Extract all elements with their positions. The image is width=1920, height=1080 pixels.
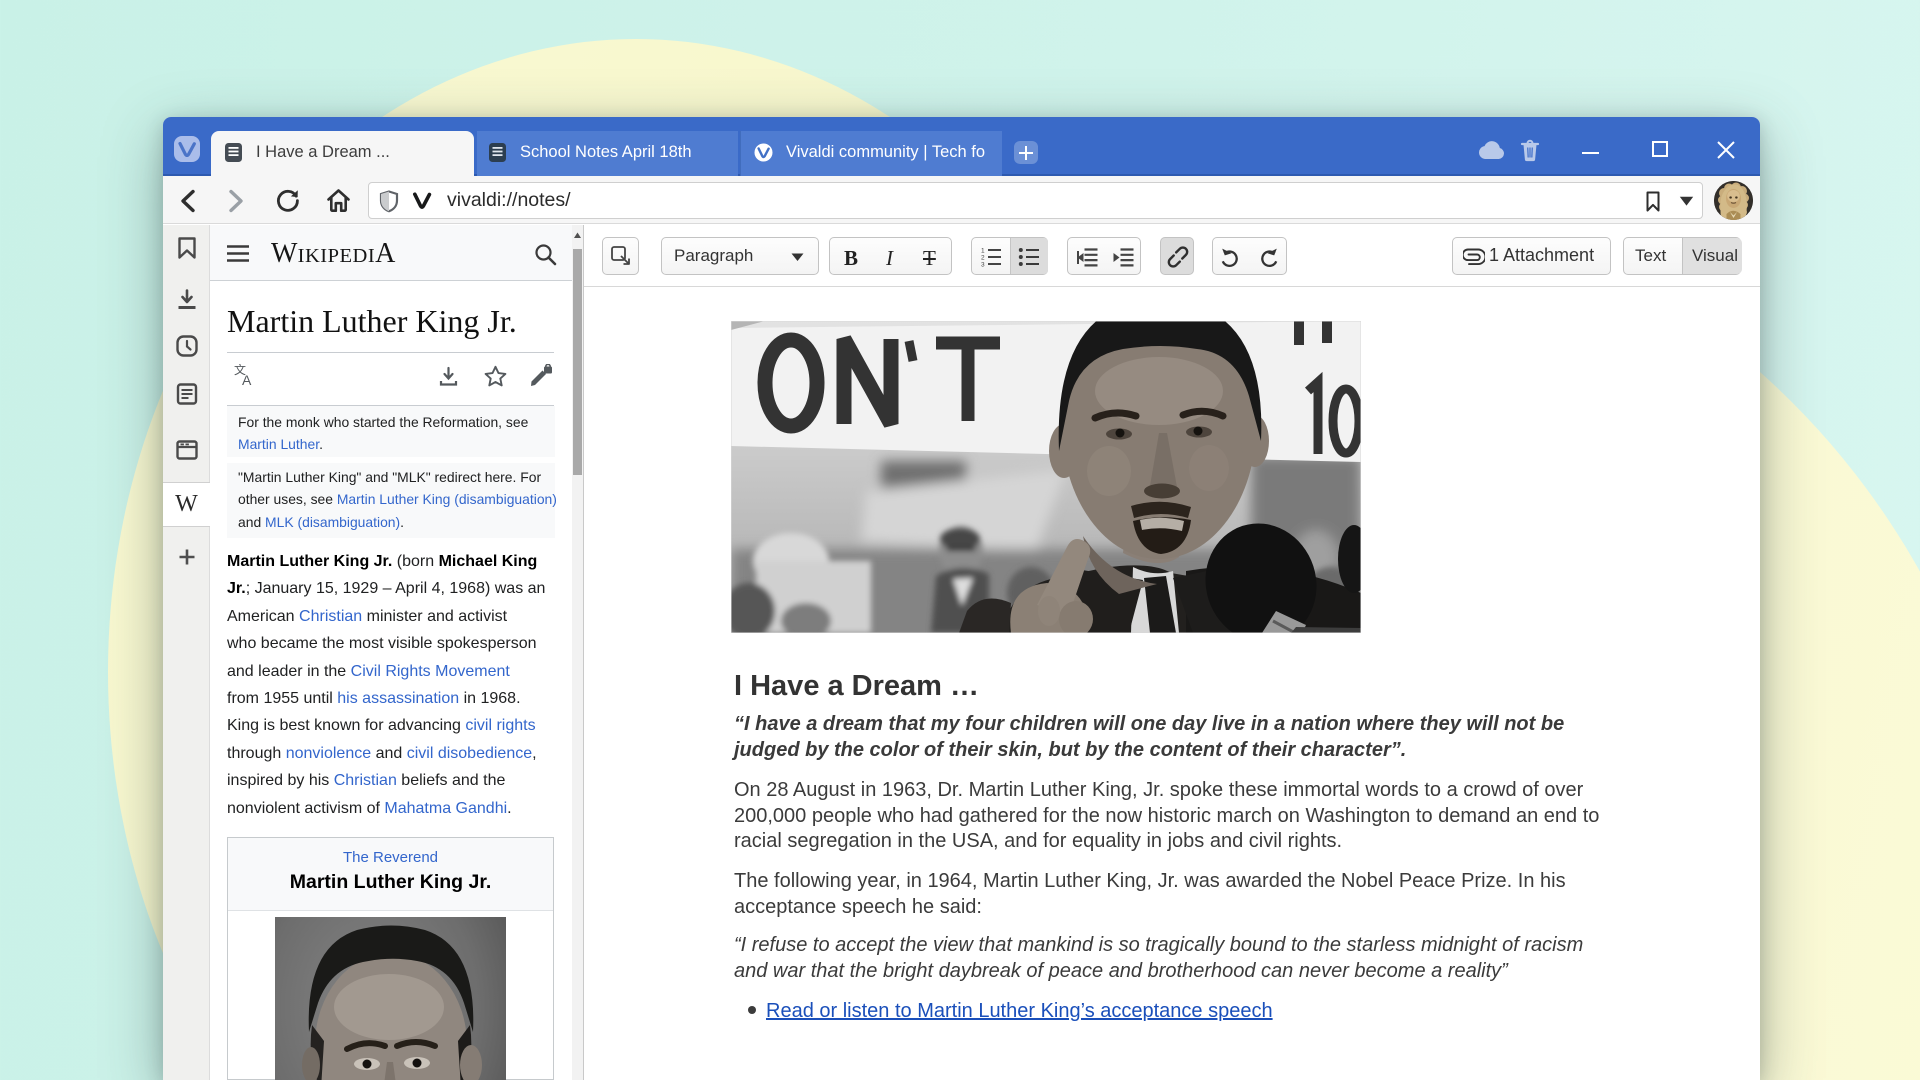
svg-text:1: 1 bbox=[981, 248, 985, 255]
svg-text:A: A bbox=[242, 372, 252, 387]
svg-text:2: 2 bbox=[981, 255, 985, 262]
svg-text:3: 3 bbox=[981, 262, 985, 269]
